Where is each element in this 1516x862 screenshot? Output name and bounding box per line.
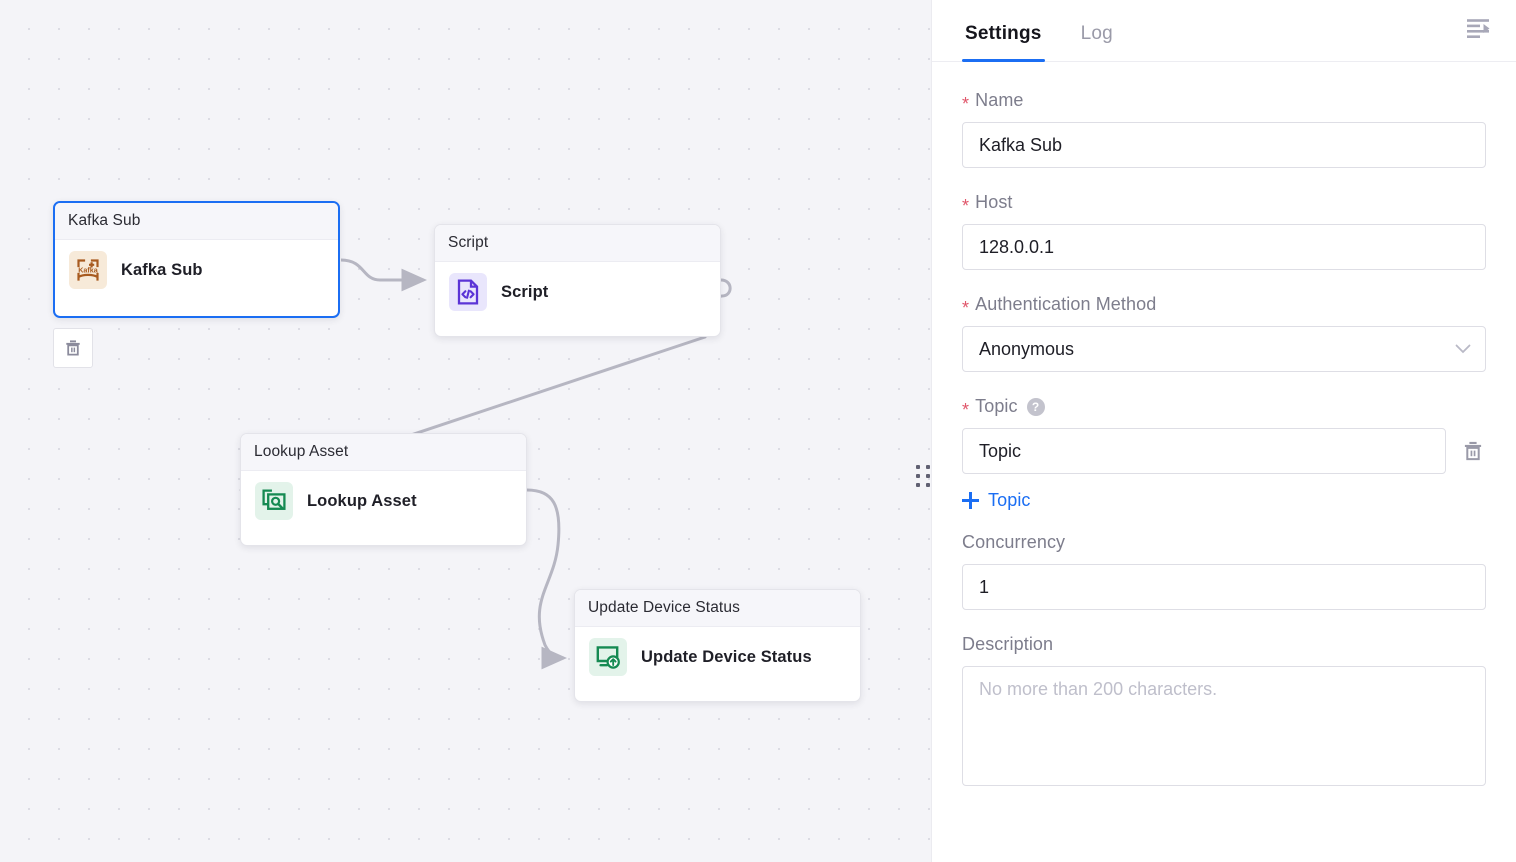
node-label: Lookup Asset — [307, 492, 417, 511]
node-header-kafka-sub: Kafka Sub — [55, 203, 338, 240]
label-host: * Host — [962, 192, 1486, 213]
settings-panel: Settings Log * Name — [931, 0, 1516, 862]
field-host: * Host — [962, 192, 1486, 270]
field-concurrency: Concurrency — [962, 532, 1486, 610]
field-authentication-method: * Authentication Method — [962, 294, 1486, 372]
required-asterisk: * — [962, 401, 969, 419]
drag-handle-icon[interactable] — [915, 462, 931, 490]
canvas-node-script[interactable]: Script Script — [434, 224, 721, 337]
drag-dot — [916, 483, 920, 487]
settings-form: * Name * Host * Authentication Method — [932, 62, 1516, 862]
topic-input[interactable] — [962, 428, 1446, 474]
drag-dot — [926, 465, 930, 469]
drag-dot — [916, 465, 920, 469]
label-text: Description — [962, 634, 1053, 655]
trash-icon — [1461, 439, 1485, 463]
concurrency-input[interactable] — [962, 564, 1486, 610]
node-title: Kafka Sub — [68, 212, 140, 230]
label-name: * Name — [962, 90, 1486, 111]
drag-dot — [926, 474, 930, 478]
node-body-update-device-status: Update Device Status — [575, 627, 860, 689]
label-concurrency: Concurrency — [962, 532, 1486, 553]
node-title: Script — [448, 234, 488, 252]
label-text: Name — [975, 90, 1023, 111]
field-description: Description — [962, 634, 1486, 791]
workflow-editor: Kafka Sub Kafka Kafka Sub — [0, 0, 1516, 862]
field-topic: * Topic ? — [962, 396, 1486, 514]
edge-lookup-asset-to-update-device-status — [527, 490, 564, 658]
tab-log[interactable]: Log — [1078, 23, 1116, 61]
drag-dot — [926, 483, 930, 487]
plus-icon — [962, 492, 979, 509]
label-topic: * Topic ? — [962, 396, 1486, 417]
label-text: Topic — [975, 396, 1018, 417]
node-title: Lookup Asset — [254, 443, 348, 461]
tab-label: Log — [1081, 23, 1113, 44]
collapse-panel-icon[interactable] — [1464, 14, 1494, 42]
label-text: Authentication Method — [975, 294, 1156, 315]
label-authentication-method: * Authentication Method — [962, 294, 1486, 315]
panel-tabbar: Settings Log — [932, 0, 1516, 62]
node-header-script: Script — [435, 225, 720, 262]
topic-row — [962, 428, 1486, 474]
node-body-lookup-asset: Lookup Asset — [241, 471, 526, 533]
description-textarea[interactable] — [962, 666, 1486, 786]
node-header-update-device-status: Update Device Status — [575, 590, 860, 627]
lookup-asset-icon — [255, 482, 293, 520]
node-delete-button[interactable] — [53, 328, 93, 368]
drag-dot — [916, 474, 920, 478]
field-name: * Name — [962, 90, 1486, 168]
canvas-node-update-device-status[interactable]: Update Device Status Update Device Statu… — [574, 589, 861, 702]
label-text: Concurrency — [962, 532, 1065, 553]
node-title: Update Device Status — [588, 599, 740, 617]
authentication-method-select-wrap — [962, 326, 1486, 372]
host-input[interactable] — [962, 224, 1486, 270]
required-asterisk: * — [962, 299, 969, 317]
canvas-node-lookup-asset[interactable]: Lookup Asset Lookup Asset — [240, 433, 527, 546]
topic-delete-button[interactable] — [1460, 437, 1486, 465]
label-text: Host — [975, 192, 1012, 213]
script-code-icon — [449, 273, 487, 311]
authentication-method-select[interactable] — [962, 326, 1486, 372]
node-label: Update Device Status — [641, 648, 812, 667]
node-label: Script — [501, 283, 548, 302]
edge-kafka-sub-to-script — [341, 260, 424, 280]
node-body-script: Script — [435, 262, 720, 324]
kafka-icon: Kafka — [69, 251, 107, 289]
node-body-kafka-sub: Kafka Kafka Sub — [55, 240, 338, 302]
required-asterisk: * — [962, 197, 969, 215]
tab-label: Settings — [965, 23, 1042, 44]
edge-layer — [0, 0, 931, 862]
update-device-status-icon — [589, 638, 627, 676]
tab-settings[interactable]: Settings — [962, 23, 1045, 61]
required-asterisk: * — [962, 95, 969, 113]
add-topic-label: Topic — [988, 490, 1031, 511]
svg-text:Kafka: Kafka — [78, 266, 99, 275]
add-topic-button[interactable]: Topic — [962, 490, 1031, 511]
label-description: Description — [962, 634, 1486, 655]
node-header-lookup-asset: Lookup Asset — [241, 434, 526, 471]
help-circle-icon[interactable]: ? — [1027, 398, 1045, 416]
trash-icon — [63, 338, 83, 358]
canvas-node-kafka-sub[interactable]: Kafka Sub Kafka Kafka Sub — [53, 201, 340, 318]
node-label: Kafka Sub — [121, 261, 203, 280]
workflow-canvas[interactable]: Kafka Sub Kafka Kafka Sub — [0, 0, 931, 862]
name-input[interactable] — [962, 122, 1486, 168]
